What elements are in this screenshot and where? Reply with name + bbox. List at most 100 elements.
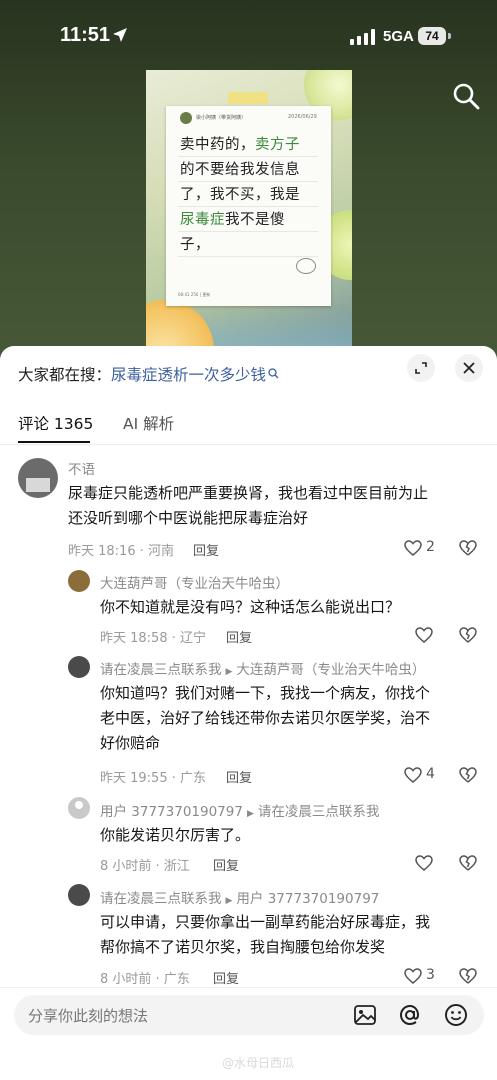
comment-meta: 8 小时前 · 广东 [100,972,190,987]
mention-icon[interactable] [397,1002,423,1028]
watermark: @水母日西瓜 [222,1056,295,1070]
note-highlight: 尿毒症 [180,212,225,228]
note-segment: 我不是傻 [225,212,285,228]
comment-text-line: 你不知道就是没有吗？这种话怎么能说出口？ [100,598,401,616]
broken-heart-icon[interactable] [458,538,478,558]
divider [0,987,497,988]
note-segment: 的不要给我发信息 [180,162,300,178]
broken-heart-icon[interactable] [458,765,478,785]
post-image[interactable]: 柒小阿姨（带货阿姨） 2026/06/29 卖中药的，卖方子 的不要给我发信息 了，… [146,70,352,360]
hot-search-prefix: 大家都在搜： [18,366,112,384]
tab-ai-analysis[interactable]: AI 解析 [123,412,174,434]
comment-meta: 昨天 18:16 · 河南 [68,544,174,559]
reply-button[interactable]: 回复 [226,767,252,786]
hot-search-link[interactable]: 尿毒症透析一次多少钱 [111,366,266,384]
comment-text: 可以申请，只要你拿出一副草药能治好尿毒症，我 帮你搞不了诺贝尔奖，我自掏腰包给你… [100,910,490,960]
comment-sheet: 大家都在搜：尿毒症透析一次多少钱 评论 1365 AI 解析 不语 尿毒症只能透… [0,346,497,1080]
comment-text: 你能发诺贝尔厉害了。 [100,823,490,848]
comment-text-line: 可以申请，只要你拿出一副草药能治好尿毒症，我 [100,913,431,931]
note-line-text: 卖中药的，卖方子 [180,133,320,158]
reply-arrow-icon: ▶ [225,667,233,677]
comment-text: 你知道吗？我们对赌一下，我找一个病友，你找个 老中医，治好了给钱还带你去诺贝尔医… [100,681,490,756]
expand-button[interactable] [407,354,435,382]
avatar[interactable] [68,884,90,906]
comment-meta: 昨天 18:58 · 辽宁 [100,631,206,646]
note-segment: 子， [180,237,210,253]
default-avatar-icon [75,801,83,809]
image-icon[interactable] [352,1002,378,1028]
username-text: 请在凌晨三点联系我 [100,891,222,907]
like-count: 3 [426,967,435,983]
comment-meta: 昨天 19:55 · 广东 [100,771,206,786]
like-button[interactable]: 2 [403,538,443,558]
status-bar: 11:51 5GA 74 [0,0,497,72]
comment-input[interactable]: 分享你此刻的想法 [14,995,484,1035]
search-icon [268,368,279,379]
close-button[interactable] [455,354,483,382]
reply-button[interactable]: 回复 [226,627,252,646]
reply-to-username[interactable]: 请在凌晨三点联系我 [258,804,380,820]
like-count: 4 [426,766,435,782]
note-segment: 卖中药的， [180,137,255,153]
note-segment: 了，我不买，我是 [180,187,300,203]
battery-level: 74 [418,27,446,45]
heart-icon [404,767,422,783]
emoji-icon[interactable] [443,1002,469,1028]
avatar[interactable] [68,570,90,592]
note-user: 柒小阿姨（带货阿姨） [196,115,247,121]
close-icon [463,362,475,374]
search-icon[interactable] [451,81,481,111]
expand-icon [415,362,427,374]
comment-username[interactable]: 不语 [68,458,95,478]
hot-search[interactable]: 大家都在搜：尿毒症透析一次多少钱 [18,363,279,385]
broken-heart-icon[interactable] [458,966,478,986]
battery-tip [448,33,451,39]
heart-icon [404,968,422,984]
comment-text-line: 好你赔命 [100,734,161,752]
note-avatar [180,112,192,124]
like-button[interactable] [414,853,436,873]
comment-username[interactable]: 请在凌晨三点联系我 ▶ 用户 3777370190797 [100,887,379,907]
comment-username[interactable]: 用户 3777370190797 ▶ 请在凌晨三点联系我 [100,800,379,820]
note-line-text: 子， [180,233,320,258]
comment-text: 你不知道就是没有吗？这种话怎么能说出口？ [100,595,490,620]
reply-button[interactable]: 回复 [213,968,239,987]
reply-button[interactable]: 回复 [193,540,219,559]
status-time: 11:51 [60,24,111,46]
network-type: 5GA [383,28,414,45]
comment-username[interactable]: 大连葫芦哥（专业治天牛哈虫） [100,572,289,592]
leaf-icon [296,258,316,274]
note-line-text: 了，我不买，我是 [180,183,320,208]
video-area: 11:51 5GA 74 柒小阿姨（带货阿姨） 2026/06/29 卖中药的，… [0,0,497,360]
battery-indicator: 74 [418,27,452,45]
divider [0,444,497,445]
heart-icon [415,855,433,871]
avatar[interactable] [68,656,90,678]
note-card: 柒小阿姨（带货阿姨） 2026/06/29 卖中药的，卖方子 的不要给我发信息 了，… [166,106,331,306]
username-text: 请在凌晨三点联系我 [100,662,222,678]
reply-to-username[interactable]: 大连葫芦哥（专业治天牛哈虫） [236,662,425,678]
note-footer: 08:41 256 | 更新 [178,292,211,297]
like-button[interactable]: 4 [403,765,443,785]
tape-decoration [228,92,268,104]
heart-icon [415,627,433,643]
reply-to-username[interactable]: 用户 3777370190797 [236,891,379,907]
reply-button[interactable]: 回复 [213,855,239,874]
note-line-text: 尿毒症我不是傻 [180,208,320,233]
comment-username[interactable]: 请在凌晨三点联系我 ▶ 大连葫芦哥（专业治天牛哈虫） [100,658,425,678]
note-text: 卖中药的，卖方子 的不要给我发信息 了，我不买，我是 尿毒症我不是傻 子， [180,133,320,258]
avatar[interactable] [18,458,58,498]
tab-comments[interactable]: 评论 1365 [18,412,93,434]
avatar[interactable] [68,797,90,819]
username-text: 用户 3777370190797 [100,804,243,820]
cellular-signal-icon [350,29,375,45]
like-button[interactable]: 3 [403,966,443,986]
comment-text-line: 还没听到哪个中医说能把尿毒症治好 [68,509,309,527]
reply-arrow-icon: ▶ [246,809,254,819]
comment-meta: 8 小时前 · 浙江 [100,859,190,874]
comment-text-line: 老中医，治好了给钱还带你去诺贝尔医学奖，治不 [100,709,431,727]
broken-heart-icon[interactable] [458,853,478,873]
comment-text-line: 尿毒症只能透析吧严重要换肾，我也看过中医目前为止 [68,484,429,502]
broken-heart-icon[interactable] [458,625,478,645]
like-button[interactable] [414,625,436,645]
